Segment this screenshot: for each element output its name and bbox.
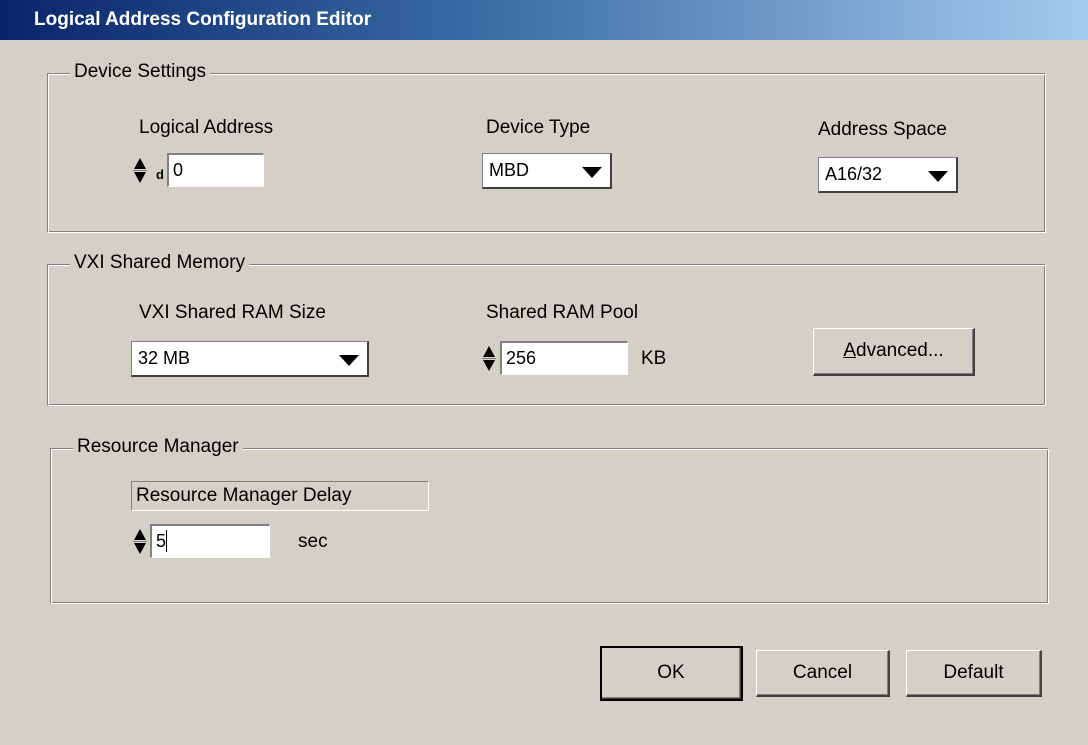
cancel-button-label: Cancel [792, 662, 853, 683]
dropdown-arrow-icon[interactable] [928, 171, 948, 182]
delay-spin-icon[interactable] [133, 527, 147, 557]
logical-address-input[interactable]: 0 [167, 153, 264, 187]
ram-pool-spin-icon[interactable] [482, 344, 496, 374]
advanced-button[interactable]: Advanced... [813, 328, 975, 376]
ram-size-value: 32 MB [138, 348, 191, 368]
advanced-button-label: Advanced... [843, 340, 944, 361]
device-type-dropdown[interactable]: MBD [482, 153, 612, 189]
window-title: Logical Address Configuration Editor [34, 9, 372, 30]
logical-address-label: Logical Address [139, 117, 274, 138]
ram-pool-input[interactable]: 256 [500, 341, 628, 375]
ram-pool-unit: KB [641, 348, 667, 369]
default-button-label: Default [943, 662, 1004, 683]
dropdown-arrow-icon[interactable] [582, 167, 602, 178]
logical-address-radix[interactable]: d [156, 168, 164, 182]
cancel-button[interactable]: Cancel [756, 650, 890, 697]
address-space-value: A16/32 [825, 164, 883, 184]
text-caret [166, 530, 167, 552]
logical-address-spin-icon[interactable] [133, 156, 147, 186]
resource-manager-legend: Resource Manager [73, 435, 243, 459]
ram-pool-label: Shared RAM Pool [486, 302, 639, 323]
ram-size-label: VXI Shared RAM Size [139, 302, 326, 323]
delay-value: 5 [156, 531, 167, 551]
default-button[interactable]: Default [906, 650, 1042, 697]
vxi-shared-memory-legend: VXI Shared Memory [70, 251, 250, 275]
address-space-label: Address Space [818, 119, 947, 140]
ram-size-dropdown[interactable]: 32 MB [131, 341, 369, 377]
device-type-value: MBD [489, 160, 529, 180]
delay-label: Resource Manager Delay [131, 481, 429, 511]
device-settings-legend: Device Settings [70, 60, 211, 84]
device-type-label: Device Type [486, 117, 591, 138]
ok-button[interactable]: OK [600, 646, 743, 701]
address-space-dropdown[interactable]: A16/32 [818, 157, 958, 193]
window-title-bar[interactable]: Logical Address Configuration Editor [0, 0, 1088, 40]
ok-button-label: OK [657, 662, 685, 683]
delay-unit: sec [298, 531, 328, 552]
delay-input[interactable]: 5 [150, 524, 270, 558]
dropdown-arrow-icon[interactable] [339, 355, 359, 366]
